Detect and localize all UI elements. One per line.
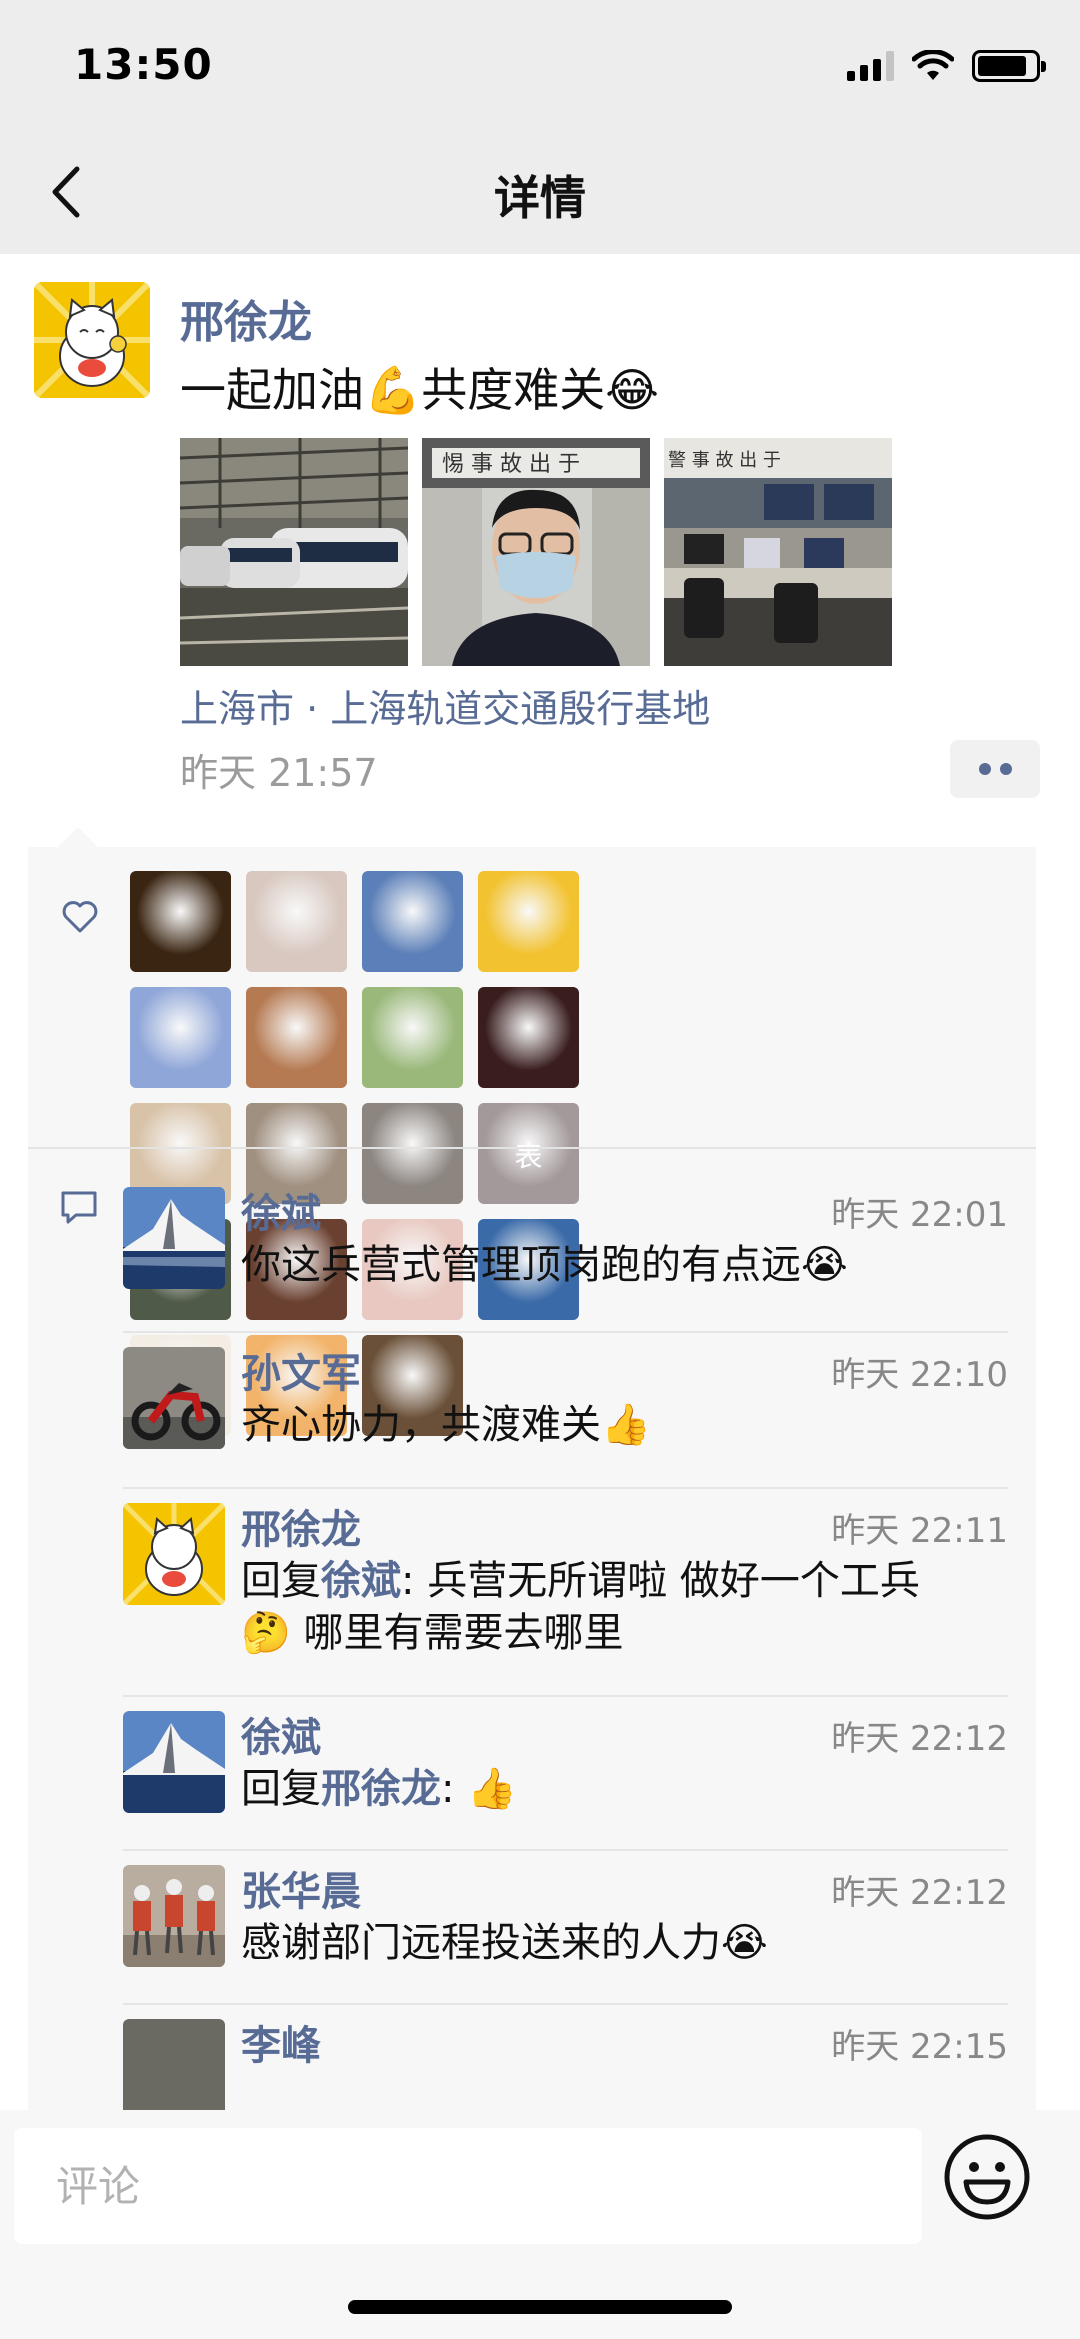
commenter-avatar[interactable] (123, 1347, 225, 1449)
smiley-face-icon (944, 2134, 1030, 2220)
comment-time: 昨天 22:10 (831, 1355, 1008, 1395)
commenter-name[interactable]: 张华晨 (241, 1859, 361, 1917)
commenter-avatar[interactable] (123, 1711, 225, 1813)
comment-bubble-icon (61, 1191, 97, 1224)
comment-time: 昨天 22:11 (831, 1511, 1008, 1551)
reply-to-name[interactable]: 邢徐龙 (321, 1766, 441, 1812)
post-text: 一起加油💪共度难关😂 (180, 363, 660, 417)
commenter-name[interactable]: 孙文军 (241, 1341, 361, 1399)
reply-prefix: 回复 (241, 1558, 321, 1604)
status-time: 13:50 (74, 40, 213, 89)
emoji-button[interactable] (940, 2130, 1034, 2224)
liker-avatar-tiger[interactable] (130, 871, 231, 972)
comment-divider (123, 1331, 1008, 1333)
likes-divider (28, 1147, 1036, 1149)
heart-icon (62, 901, 98, 933)
comment-input-bar (0, 2110, 1080, 2339)
post-image-control-room[interactable]: 警 事 故 出 于 (664, 438, 892, 666)
home-indicator (348, 2300, 732, 2314)
comment-emoji: 👍 (467, 1766, 518, 1812)
comment-item[interactable]: 李峰 昨天 22:15 (123, 2019, 1008, 2110)
liker-avatar-yellow-baby[interactable] (478, 871, 579, 972)
comment-text: 你这兵营式管理顶岗跑的有点远😭 (241, 1239, 1011, 1291)
liker-avatar-matterhorn[interactable] (362, 871, 463, 972)
comment-divider (123, 1695, 1008, 1697)
comment-item[interactable]: 徐斌 昨天 22:12 回复邢徐龙: 👍 (123, 1711, 1008, 1821)
liker-avatar-cabbage[interactable] (362, 987, 463, 1088)
comment-emoji: 😭 (721, 1920, 768, 1966)
comment-text-body: : 兵营无所谓啦 做好一个工兵 (401, 1558, 920, 1604)
author-avatar[interactable] (34, 282, 150, 398)
comment-text-body: : (441, 1766, 455, 1812)
liker-avatar-wedding-couple[interactable] (246, 871, 347, 972)
comment-text: 感谢部门远程投送来的人力😭 (241, 1917, 1011, 1969)
battery-icon (972, 50, 1046, 82)
comment-text: 齐心协力，共渡难关👍 (241, 1399, 1011, 1451)
commenter-name[interactable]: 邢徐龙 (241, 1497, 361, 1555)
post-image-trains[interactable] (180, 438, 408, 666)
interaction-panel: 表 徐斌 昨天 22:01 你这兵营式管理顶岗跑的有点远😭 孙文军 昨天 22:… (28, 827, 1036, 2110)
comment-emoji: 👍 (601, 1402, 651, 1448)
svg-text:警 事 故 出 于: 警 事 故 出 于 (668, 450, 781, 471)
reply-prefix: 回复 (241, 1766, 321, 1812)
post-images: 惕 事 故 出 于 警 事 故 出 于 (180, 438, 892, 666)
commenter-name[interactable]: 李峰 (241, 2013, 321, 2071)
nav-bar: 详情 (0, 132, 1080, 254)
svg-text:惕 事 故 出 于: 惕 事 故 出 于 (442, 452, 580, 477)
comment-text: 回复邢徐龙: 👍 (241, 1763, 1011, 1815)
commenter-avatar[interactable] (123, 1865, 225, 1967)
more-dots-icon[interactable] (950, 740, 1040, 798)
comment-text-body: 感谢部门远程投送来的人力 (241, 1920, 721, 1966)
liker-avatar-dark-corridor[interactable] (478, 987, 579, 1088)
cellular-signal-icon (847, 51, 894, 81)
commenter-avatar[interactable] (123, 1503, 225, 1605)
comment-emoji: 🤔 (241, 1610, 291, 1656)
comment-time: 昨天 22:12 (831, 1873, 1008, 1913)
comment-divider (123, 1849, 1008, 1851)
status-bar: 13:50 (0, 0, 1080, 132)
comment-item[interactable]: 孙文军 昨天 22:10 齐心协力，共渡难关👍 (123, 1347, 1008, 1457)
status-icons (847, 46, 1046, 86)
comment-text: 回复徐斌: 兵营无所谓啦 做好一个工兵 🤔 哪里有需要去哪里 (241, 1555, 1011, 1659)
post-location[interactable]: 上海市 · 上海轨道交通殷行基地 (180, 678, 710, 733)
comment-text-body: 你这兵营式管理顶岗跑的有点远 (241, 1242, 801, 1288)
comment-item[interactable]: 徐斌 昨天 22:01 你这兵营式管理顶岗跑的有点远😭 (123, 1187, 1008, 1307)
comment-text-body: 齐心协力，共渡难关 (241, 1402, 601, 1448)
page-title: 详情 (494, 171, 586, 225)
comment-emoji: 😭 (801, 1242, 848, 1288)
comment-divider (123, 1487, 1008, 1489)
wifi-icon (912, 50, 954, 80)
post-image-selfie[interactable]: 惕 事 故 出 于 (422, 438, 650, 666)
comment-time: 昨天 22:12 (831, 1719, 1008, 1759)
author-name[interactable]: 邢徐龙 (180, 286, 312, 350)
comment-divider (123, 2003, 1008, 2005)
commenter-avatar[interactable] (123, 2019, 225, 2110)
commenter-name[interactable]: 徐斌 (241, 1181, 321, 1239)
post-time: 昨天 21:57 (180, 751, 378, 795)
liker-avatar-jerry-mouse[interactable] (246, 987, 347, 1088)
comment-time: 昨天 22:01 (831, 1195, 1008, 1235)
comment-input[interactable] (14, 2128, 922, 2244)
comment-item[interactable]: 邢徐龙 昨天 22:11 回复徐斌: 兵营无所谓啦 做好一个工兵 🤔 哪里有需要去… (123, 1503, 1008, 1673)
comment-text-body-2: 哪里有需要去哪里 (303, 1610, 624, 1656)
commenter-avatar[interactable] (123, 1187, 225, 1289)
comment-item[interactable]: 张华晨 昨天 22:12 感谢部门远程投送来的人力😭 (123, 1865, 1008, 1975)
liker-avatar-label: 表 (514, 1140, 543, 1173)
commenter-name[interactable]: 徐斌 (241, 1705, 321, 1763)
comment-time: 昨天 22:15 (831, 2027, 1008, 2067)
reply-to-name[interactable]: 徐斌 (321, 1558, 401, 1604)
liker-avatar-sleeping-cartoon[interactable] (130, 987, 231, 1088)
moment-detail: 邢徐龙 一起加油💪共度难关😂 惕 事 故 出 于 警 事 故 出 于 上海市 ·… (0, 254, 1080, 2110)
